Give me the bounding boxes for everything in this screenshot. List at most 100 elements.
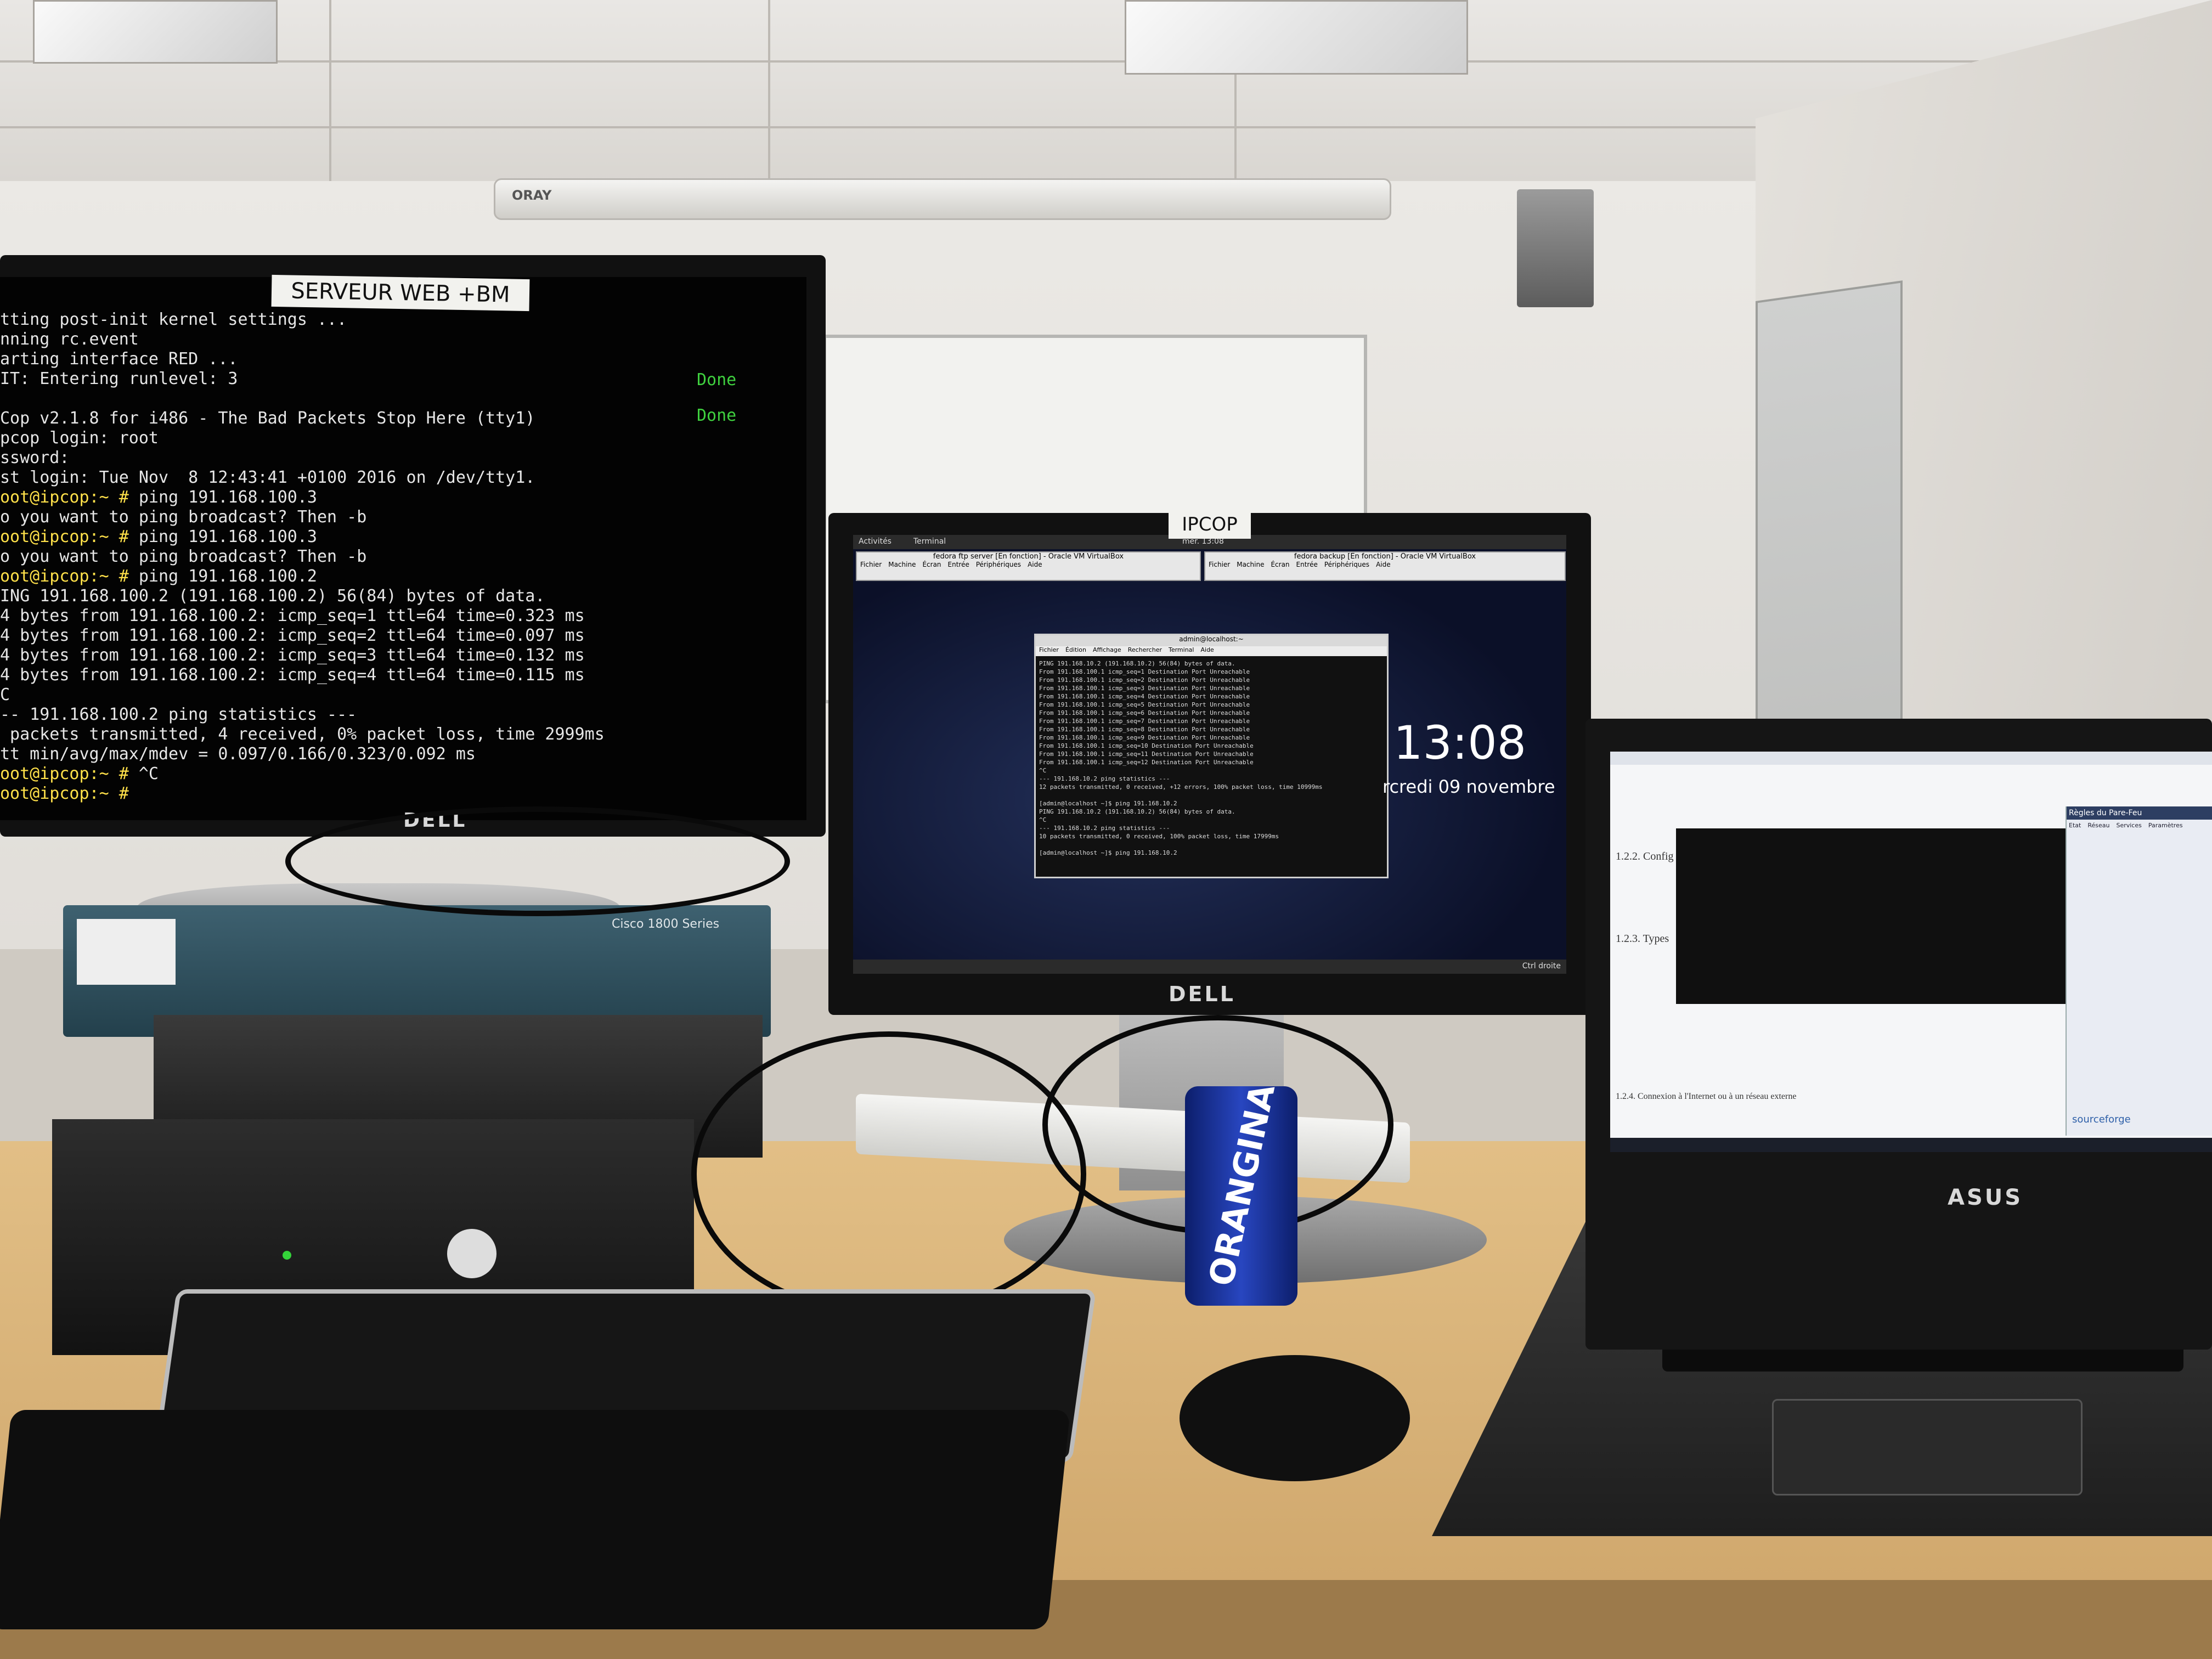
menu-item[interactable]: Terminal bbox=[1169, 646, 1194, 653]
panel-title: Règles du Pare-Feu bbox=[2067, 806, 2212, 820]
terminal-line: From 191.168.100.1 icmp_seq=2 Destinatio… bbox=[1039, 676, 1250, 684]
terminal-line: --- 191.168.10.2 ping statistics --- bbox=[1039, 775, 1170, 782]
menu-item[interactable]: Aide bbox=[1376, 561, 1391, 568]
laptop: 1.2.2. Config 1.2.3. Types 1.2.4. Connex… bbox=[1585, 719, 2212, 1350]
laptop-cmd-window[interactable] bbox=[1676, 828, 2071, 1004]
laptop-touchpad[interactable] bbox=[1772, 1399, 2083, 1496]
terminal-line: From 191.168.100.1 icmp_seq=9 Destinatio… bbox=[1039, 734, 1250, 741]
menu-item[interactable]: Services bbox=[2116, 822, 2141, 829]
ceiling-projector-unit: ORAY bbox=[494, 178, 1391, 220]
console-line: oot@ipcop:~ # bbox=[0, 784, 129, 803]
middle-monitor: Activités Terminal mer. 13:08 fedora ftp… bbox=[828, 513, 1591, 1015]
console-line: oot@ipcop:~ # ^C bbox=[0, 764, 159, 783]
left-monitor: tting post-init kernel settings ... nning… bbox=[0, 255, 826, 837]
menu-item[interactable]: Périphériques bbox=[1324, 561, 1369, 568]
menu-item[interactable]: Entrée bbox=[948, 561, 969, 568]
menu-item[interactable]: Écran bbox=[1271, 561, 1289, 568]
doc-heading: 1.2.3. Types bbox=[1616, 933, 1669, 945]
console-line: 4 bytes from 191.168.100.2: icmp_seq=3 t… bbox=[0, 646, 585, 665]
console-line: o you want to ping broadcast? Then -b bbox=[0, 507, 367, 527]
menu-item[interactable]: Fichier bbox=[1209, 561, 1230, 568]
menu-item[interactable]: Écran bbox=[922, 561, 941, 568]
vm-title: fedora ftp server [En fonction] - Oracle… bbox=[933, 552, 1124, 561]
vm-statusbar: Ctrl droite bbox=[853, 960, 1566, 974]
menu-item[interactable]: Machine bbox=[888, 561, 916, 568]
terminal-line: PING 191.168.10.2 (191.168.10.2) 56(84) … bbox=[1039, 660, 1235, 667]
menu-item[interactable]: Paramètres bbox=[2148, 822, 2183, 829]
wall-speaker bbox=[1517, 189, 1594, 307]
menu-item[interactable]: Fichier bbox=[860, 561, 882, 568]
menu-item[interactable]: Réseau bbox=[2087, 822, 2109, 829]
asus-logo: ASUS bbox=[1948, 1185, 2023, 1210]
console-line: o you want to ping broadcast? Then -b bbox=[0, 547, 367, 566]
windows-taskbar[interactable] bbox=[1610, 1138, 2212, 1152]
terminal-line: From 191.168.100.1 icmp_seq=5 Destinatio… bbox=[1039, 701, 1250, 708]
left-monitor-screen: tting post-init kernel settings ... nning… bbox=[0, 277, 806, 820]
vm-title: fedora backup [En fonction] - Oracle VM … bbox=[1294, 552, 1476, 561]
menu-item[interactable]: Périphériques bbox=[976, 561, 1021, 568]
sourceforge-logo[interactable]: sourceforge bbox=[2072, 1114, 2131, 1125]
router-model-label: Cisco 1800 Series bbox=[612, 917, 720, 931]
vm-menubar: Fichier Machine Écran Entrée Périphériques Ai… bbox=[1205, 561, 1565, 568]
vm-menubar: Fichier Machine Écran Entrée Périphériques Ai… bbox=[857, 561, 1200, 568]
menu-item[interactable]: Machine bbox=[1237, 561, 1264, 568]
console-line: packets transmitted, 4 received, 0% pack… bbox=[0, 725, 605, 744]
done-status: Done bbox=[697, 370, 737, 390]
ipcop-console[interactable]: tting post-init kernel settings ... nning… bbox=[0, 310, 605, 804]
terminal-line: From 191.168.100.1 icmp_seq=10 Destinati… bbox=[1039, 742, 1254, 749]
console-line: IT: Entering runlevel: 3 bbox=[0, 369, 238, 388]
done-status: Done bbox=[697, 406, 737, 425]
console-line: -- 191.168.100.2 ping statistics --- bbox=[0, 705, 357, 724]
terminal-line: From 191.168.100.1 icmp_seq=3 Destinatio… bbox=[1039, 685, 1250, 692]
menu-item[interactable]: Rechercher bbox=[1128, 646, 1162, 653]
terminal-app-menu[interactable]: Terminal bbox=[913, 537, 946, 546]
terminal-line: [admin@localhost ~]$ ping 191.168.10.2 bbox=[1039, 849, 1177, 856]
keyboard-front[interactable] bbox=[0, 1410, 1071, 1629]
console-line: arting interface RED ... bbox=[0, 349, 238, 369]
menu-item[interactable]: Affichage bbox=[1093, 646, 1121, 653]
inner-terminal-menubar: Fichier Édition Affichage Rechercher Termina… bbox=[1036, 646, 1387, 656]
terminal-line: [admin@localhost ~]$ ping 191.168.10.2 bbox=[1039, 800, 1177, 807]
host-key-label: Ctrl droite bbox=[1522, 962, 1561, 970]
vm-window-ftp[interactable]: fedora ftp server [En fonction] - Oracle… bbox=[856, 551, 1201, 581]
ceiling-light bbox=[33, 0, 278, 64]
console-line: 4 bytes from 191.168.100.2: icmp_seq=2 t… bbox=[0, 626, 585, 645]
browser-tabbar[interactable] bbox=[1610, 752, 2212, 765]
menu-item[interactable]: Aide bbox=[1028, 561, 1042, 568]
monitor-label-ipcop: IPCOP bbox=[1169, 510, 1251, 539]
asset-sticker bbox=[77, 919, 176, 985]
inner-terminal-window[interactable]: admin@localhost:~ Fichier Édition Affichag… bbox=[1034, 634, 1389, 878]
console-line: tting post-init kernel settings ... bbox=[0, 310, 347, 329]
console-line: pcop login: root bbox=[0, 428, 159, 448]
console-line: 4 bytes from 191.168.100.2: icmp_seq=4 t… bbox=[0, 665, 585, 685]
console-line: nning rc.event bbox=[0, 330, 139, 349]
console-line: C bbox=[0, 685, 10, 704]
terminal-line: From 191.168.100.1 icmp_seq=12 Destinati… bbox=[1039, 759, 1254, 766]
panel-columns: Etat Réseau Services Paramètres bbox=[2067, 820, 2212, 831]
terminal-line: --- 191.168.10.2 ping statistics --- bbox=[1039, 825, 1170, 832]
vm-window-backup[interactable]: fedora backup [En fonction] - Oracle VM … bbox=[1204, 551, 1566, 581]
monitor-label-serveur: SERVEUR WEB +BM bbox=[271, 274, 530, 312]
menu-item[interactable]: Fichier bbox=[1039, 646, 1059, 653]
menu-item[interactable]: Entrée bbox=[1296, 561, 1318, 568]
console-line: tt min/avg/max/mdev = 0.097/0.166/0.323/… bbox=[0, 744, 476, 764]
menu-item[interactable]: Édition bbox=[1065, 646, 1086, 653]
console-line: 4 bytes from 191.168.100.2: icmp_seq=1 t… bbox=[0, 606, 585, 625]
ipcop-web-panel: Règles du Pare-Feu Etat Réseau Services Par… bbox=[2066, 806, 2212, 1136]
dell-badge bbox=[447, 1229, 496, 1278]
terminal-line: ^C bbox=[1039, 816, 1047, 823]
menu-item[interactable]: Etat bbox=[2069, 822, 2081, 829]
menu-item[interactable]: Aide bbox=[1200, 646, 1214, 653]
activities-button[interactable]: Activités bbox=[859, 537, 891, 546]
console-line: ING 191.168.100.2 (191.168.100.2) 56(84)… bbox=[0, 586, 545, 606]
power-led bbox=[283, 1251, 291, 1260]
lockscreen-date: rcredi 09 novembre bbox=[1383, 776, 1555, 797]
inner-terminal-title: admin@localhost:~ bbox=[1036, 635, 1387, 646]
mouse[interactable] bbox=[1180, 1355, 1410, 1481]
terminal-line: PING 191.168.10.2 (191.168.10.2) 56(84) … bbox=[1039, 808, 1235, 815]
lockscreen-clock: 13:08 bbox=[1393, 716, 1527, 770]
doc-heading: 1.2.4. Connexion à l'Internet ou à un ré… bbox=[1616, 1092, 1797, 1101]
console-line: ssword: bbox=[0, 448, 70, 467]
